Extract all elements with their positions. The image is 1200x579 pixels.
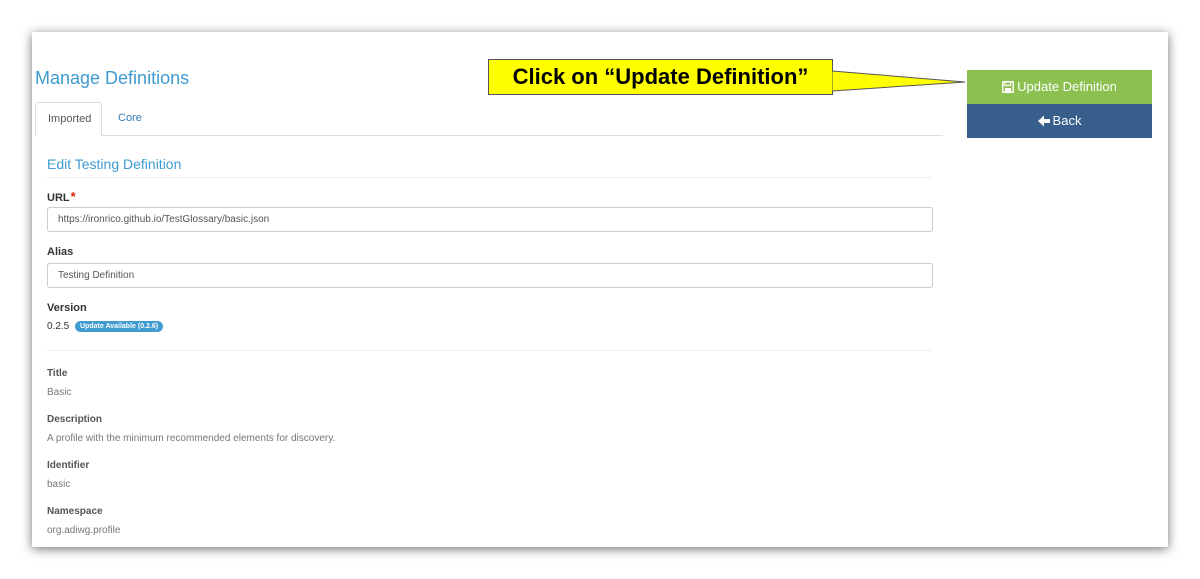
update-available-badge: Update Available (0.2.6): [75, 321, 164, 332]
title-label: Title: [47, 368, 68, 379]
save-icon: [1002, 81, 1015, 93]
description-value: A profile with the minimum recommended e…: [47, 433, 336, 444]
instruction-callout: Click on “Update Definition”: [488, 59, 833, 95]
callout-arrow-icon: [832, 70, 966, 92]
section-heading: Edit Testing Definition: [47, 156, 932, 178]
url-label: URL*: [47, 189, 76, 204]
version-value: 0.2.5: [47, 321, 70, 332]
tab-core[interactable]: Core: [106, 102, 154, 134]
tab-imported[interactable]: Imported: [35, 102, 102, 136]
main-panel: Manage Definitions Imported Core Edit Te…: [32, 32, 1168, 547]
tab-bar: Imported Core: [35, 102, 943, 136]
back-label: Back: [1052, 113, 1082, 128]
back-button[interactable]: Back: [967, 104, 1152, 138]
version-row: 0.2.5 Update Available (0.2.6): [47, 321, 164, 332]
alias-label: Alias: [47, 246, 74, 258]
alias-field[interactable]: Testing Definition: [47, 263, 933, 288]
divider: [47, 350, 932, 351]
title-value: Basic: [47, 387, 72, 398]
page-title: Manage Definitions: [35, 68, 190, 88]
update-definition-button[interactable]: Update Definition: [967, 70, 1152, 104]
version-label: Version: [47, 302, 87, 314]
identifier-label: Identifier: [47, 460, 90, 471]
namespace-label: Namespace: [47, 506, 103, 517]
namespace-value: org.adiwg.profile: [47, 525, 121, 536]
description-label: Description: [47, 414, 103, 425]
update-definition-label: Update Definition: [1017, 79, 1117, 94]
arrow-left-icon: [1037, 115, 1050, 127]
url-field[interactable]: https://ironrico.github.io/TestGlossary/…: [47, 207, 933, 232]
required-marker: *: [70, 189, 76, 204]
url-label-text: URL: [47, 192, 70, 204]
identifier-value: basic: [47, 479, 71, 490]
